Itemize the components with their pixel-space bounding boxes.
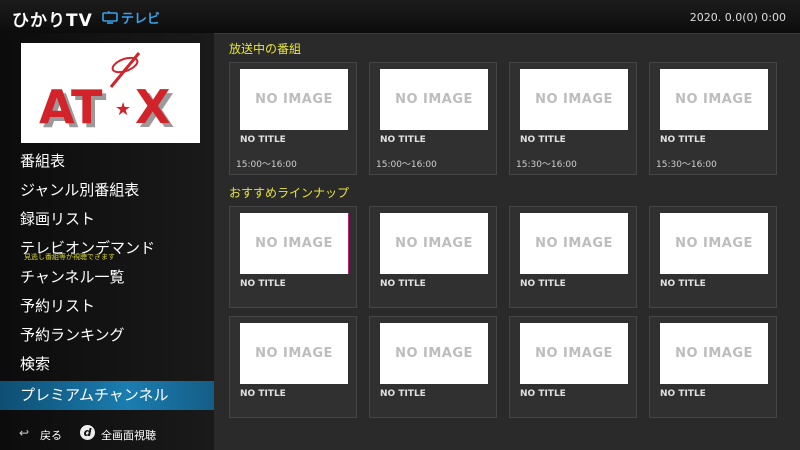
thumbnail-placeholder: NO IMAGE [520,323,628,384]
recommended-card[interactable]: NO IMAGE NO TITLE [369,316,497,418]
card-title: NO TITLE [240,389,286,399]
section-title-recommended: おすすめラインナップ [229,186,350,200]
logo-text-x: X [135,80,170,134]
thumbnail-placeholder: NO IMAGE [380,69,488,130]
card-title: NO TITLE [520,389,566,399]
menu-item-search[interactable]: 検索 [0,350,214,379]
tv-mode-text: テレビ [121,12,161,27]
thumbnail-placeholder: NO IMAGE [240,69,348,130]
tv-mode-label: テレビ [102,8,160,27]
top-header: ひかりTV テレビ 2020. 0.0(0) 0:00 [0,0,800,34]
thumbnail-placeholder: NO IMAGE [240,213,349,274]
sidebar: AT AT ★ X X 番組表 ジャンル別番組表 録画リスト テレビオンデマンド… [0,33,214,450]
card-title: NO TITLE [520,279,566,289]
menu-item-sublabel: 見逃し番組等が視聴できます [24,253,115,261]
recommended-card[interactable]: NO IMAGE NO TITLE [229,206,357,308]
card-title: NO TITLE [240,279,286,289]
menu-item-label: 予約リスト [20,297,96,315]
card-time: 15:30〜16:00 [516,160,577,170]
clock: 2020. 0.0(0) 0:00 [689,11,786,24]
brand-logo: ひかりTV [12,11,93,31]
menu-item-channel-list[interactable]: チャンネル一覧 [0,263,214,292]
thumbnail-placeholder: NO IMAGE [380,323,488,384]
back-label: 戻る [40,429,62,442]
card-title: NO TITLE [240,135,286,145]
menu-item-reservation-ranking[interactable]: 予約ランキング [0,321,214,350]
card-time: 15:30〜16:00 [656,160,717,170]
menu-item-label: 番組表 [20,152,66,170]
atx-logo-graphic: AT AT ★ X X [39,52,174,138]
thumbnail-placeholder: NO IMAGE [660,69,768,130]
menu-item-label: チャンネル一覧 [20,268,125,286]
recommended-card[interactable]: NO IMAGE NO TITLE [649,316,777,418]
logo-text-at: AT [39,80,103,134]
thumbnail-placeholder: NO IMAGE [660,213,768,274]
recommended-card[interactable]: NO IMAGE NO TITLE [509,206,637,308]
thumbnail-placeholder: NO IMAGE [520,213,628,274]
channel-logo: AT AT ★ X X [21,43,200,143]
program-card[interactable]: NO IMAGE NO TITLE 15:30〜16:00 [509,62,637,175]
card-time: 15:00〜16:00 [376,160,437,170]
recommended-card[interactable]: NO IMAGE NO TITLE [229,316,357,418]
card-title: NO TITLE [660,389,706,399]
d-button-icon[interactable]: d [80,425,95,440]
menu-item-reservation-list[interactable]: 予約リスト [0,292,214,321]
section-title-on-air: 放送中の番組 [229,42,302,56]
back-icon[interactable]: ↩ [19,426,29,440]
card-title: NO TITLE [520,135,566,145]
recommended-card[interactable]: NO IMAGE NO TITLE [509,316,637,418]
menu-item-label: 録画リスト [20,210,96,228]
menu-item-recording-list[interactable]: 録画リスト [0,205,214,234]
thumbnail-placeholder: NO IMAGE [240,323,348,384]
logo-star: ★ [115,99,131,120]
menu-item-label: ジャンル別番組表 [20,181,140,199]
menu-item-genre-guide[interactable]: ジャンル別番組表 [0,176,214,205]
fullscreen-label: 全画面視聴 [101,429,156,442]
card-title: NO TITLE [660,135,706,145]
card-title: NO TITLE [380,389,426,399]
program-card[interactable]: NO IMAGE NO TITLE 15:30〜16:00 [649,62,777,175]
program-card[interactable]: NO IMAGE NO TITLE 15:00〜16:00 [369,62,497,175]
card-title: NO TITLE [380,279,426,289]
tv-icon [102,11,118,24]
card-time: 15:00〜16:00 [236,160,297,170]
card-title: NO TITLE [380,135,426,145]
menu-item-premium-channel[interactable]: プレミアムチャンネル [0,381,214,410]
thumbnail-placeholder: NO IMAGE [520,69,628,130]
recommended-card[interactable]: NO IMAGE NO TITLE [649,206,777,308]
menu-item-program-guide[interactable]: 番組表 [0,147,214,176]
remote-hint-bar: ↩ 戻る d 全画面視聴 [0,416,214,450]
thumbnail-placeholder: NO IMAGE [380,213,488,274]
menu-item-label: プレミアムチャンネル [20,386,169,404]
program-card[interactable]: NO IMAGE NO TITLE 15:00〜16:00 [229,62,357,175]
thumbnail-placeholder: NO IMAGE [660,323,768,384]
main-menu: 番組表 ジャンル別番組表 録画リスト テレビオンデマンド 見逃し番組等が視聴でき… [0,147,214,410]
menu-item-label: 検索 [20,355,51,373]
menu-item-label: 予約ランキング [20,326,125,344]
menu-item-tv-on-demand[interactable]: テレビオンデマンド 見逃し番組等が視聴できます [0,234,214,263]
card-title: NO TITLE [660,279,706,289]
recommended-card[interactable]: NO IMAGE NO TITLE [369,206,497,308]
